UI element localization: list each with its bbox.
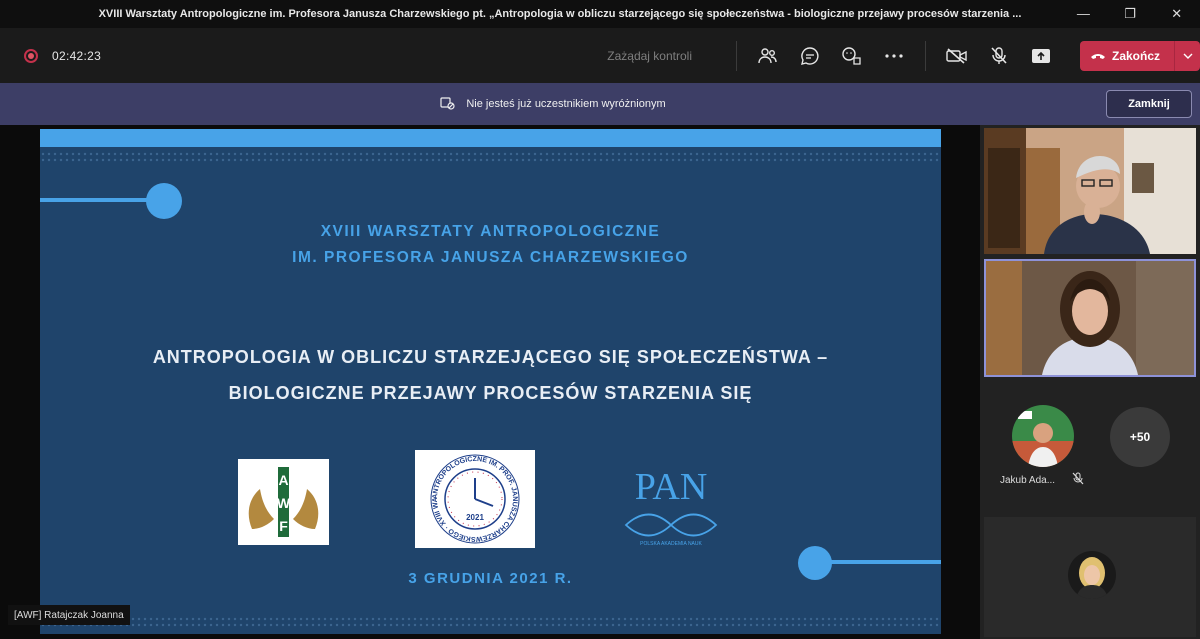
toolbar-divider: [736, 40, 737, 71]
slide-top-bar: [40, 129, 941, 147]
awf-logo-letter-w: W: [277, 495, 291, 511]
slide-title-line-2: BIOLOGICZNE PRZEJAWY PROCESÓW STARZENIA …: [228, 383, 753, 403]
meeting-toolbar: 02:42:23 Zażądaj kontroli Zakończ: [0, 28, 1200, 83]
participant-avatar-bottom: [1068, 551, 1116, 599]
close-notification-button[interactable]: Zamknij: [1106, 90, 1192, 118]
people-icon[interactable]: [747, 38, 789, 74]
participant-name-jakub: Jakub Ada...: [1000, 475, 1056, 486]
participants-panel: +50 Jakub Ada...: [980, 125, 1200, 639]
participant-avatar-jakub[interactable]: [1012, 405, 1074, 467]
mic-off-icon[interactable]: [978, 38, 1020, 74]
slide-dot-pattern-top: [40, 151, 941, 163]
awf-logo-letter-a: A: [278, 472, 288, 488]
ring-logo-year: 2021: [466, 513, 484, 522]
window-title: XVIII Warsztaty Antropologiczne im. Prof…: [98, 8, 1022, 20]
end-call-label: Zakończ: [1112, 48, 1161, 63]
pan-logo: PAN POLSKA AKADEMIA NAUK: [616, 459, 726, 549]
awf-logo-letter-f: F: [279, 518, 288, 534]
participant-tile-bottom[interactable]: [984, 517, 1196, 637]
notification-bar: Nie jesteś już uczestnikiem wyróżnionym …: [0, 83, 1200, 125]
more-participants-badge[interactable]: +50: [1110, 407, 1170, 467]
workshop-clock-logo: ANTROPOLOGICZNE IM. PROF. JANUSZA CHARZE…: [412, 445, 535, 548]
more-options-icon[interactable]: [873, 38, 915, 74]
camera-off-icon[interactable]: [936, 38, 978, 74]
workshop-line-2: IM. PROFESORA JANUSZA CHARZEWSKIEGO: [292, 249, 689, 266]
slide-decor-line-left: [40, 198, 160, 202]
presentation-slide: XVIII WARSZTATY ANTROPOLOGICZNE IM. PROF…: [40, 129, 941, 634]
slide-dot-pattern-bottom: [40, 616, 941, 628]
share-screen-icon[interactable]: [1020, 38, 1062, 74]
workshop-line-1: XVIII WARSZTATY ANTROPOLOGICZNE: [320, 223, 661, 240]
minimize-icon[interactable]: —: [1063, 6, 1103, 22]
pan-logo-text: PAN: [635, 466, 708, 508]
title-bar: XVIII Warsztaty Antropologiczne im. Prof…: [0, 0, 1200, 28]
window-controls: — ❐ ✕: [1060, 6, 1200, 22]
main-stage: XVIII WARSZTATY ANTROPOLOGICZNE IM. PROF…: [0, 125, 980, 639]
notification-content: Nie jesteś już uczestnikiem wyróżnionym: [0, 95, 1106, 114]
recording-icon: [24, 48, 38, 63]
chat-icon[interactable]: [789, 38, 831, 74]
end-call-button[interactable]: Zakończ: [1080, 40, 1200, 71]
participant-video-tile-1[interactable]: [984, 128, 1196, 254]
chevron-down-icon[interactable]: [1174, 40, 1200, 71]
maximize-icon[interactable]: ❐: [1110, 6, 1150, 22]
presenter-name-tag: [AWF] Ratajczak Joanna: [8, 605, 130, 625]
phone-hangup-icon: [1080, 49, 1112, 63]
reactions-icon[interactable]: [831, 38, 873, 74]
mic-off-icon: [1072, 472, 1084, 490]
request-control-button[interactable]: Zażądaj kontroli: [607, 49, 692, 63]
toolbar-divider: [925, 40, 926, 71]
participant-video-tile-2[interactable]: [984, 259, 1196, 377]
slide-date: 3 GRUDNIA 2021 R.: [408, 570, 573, 587]
spotlight-off-icon: [440, 95, 456, 114]
meeting-timer: 02:42:23: [52, 48, 102, 63]
notification-text: Nie jesteś już uczestnikiem wyróżnionym: [466, 98, 666, 110]
close-icon[interactable]: ✕: [1157, 6, 1197, 22]
slide-title-line-1: ANTROPOLOGIA W OBLICZU STARZEJĄCEGO SIĘ …: [152, 347, 829, 367]
pan-logo-subtext: POLSKA AKADEMIA NAUK: [640, 541, 702, 547]
slide-decor-circle-left: [146, 183, 182, 219]
awf-logo: A W F: [238, 459, 329, 545]
